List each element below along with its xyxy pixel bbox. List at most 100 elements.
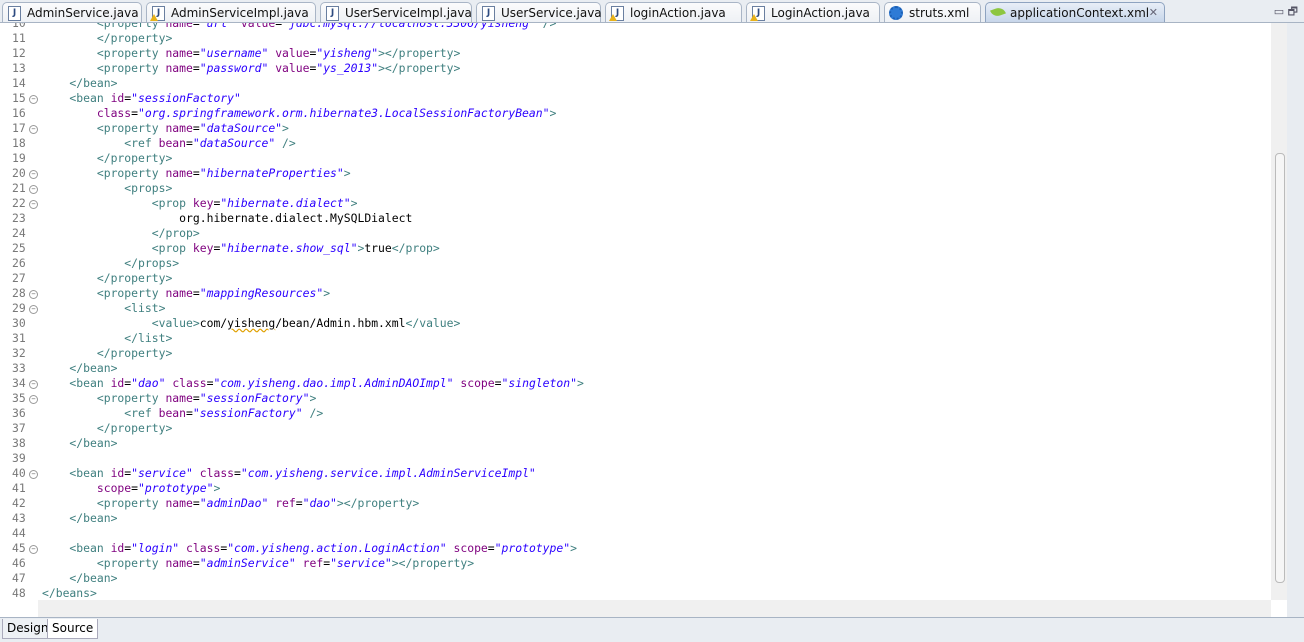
- xml-attribute: id: [110, 541, 125, 555]
- xml-value: "dao": [131, 376, 166, 390]
- fold-toggle-icon[interactable]: −: [29, 200, 38, 209]
- xml-tag: </bean>: [42, 436, 118, 450]
- warning-icon: [150, 14, 158, 21]
- minimize-button[interactable]: ▭: [1274, 5, 1284, 18]
- xml-attribute: name: [165, 121, 193, 135]
- xml-text: com/: [199, 316, 228, 330]
- xml-text: /bean/Admin.hbm.xml: [275, 316, 406, 330]
- line-number: 36: [12, 406, 26, 420]
- line-number: 28: [12, 286, 26, 300]
- fold-toggle-icon[interactable]: −: [29, 170, 38, 179]
- xml-text: =: [186, 406, 193, 420]
- fold-toggle-icon[interactable]: −: [29, 395, 38, 404]
- tab-loginaction-java[interactable]: JloginAction.java: [605, 2, 742, 22]
- xml-tag: ></property>: [378, 61, 461, 75]
- xml-text: [234, 23, 241, 30]
- xml-attribute: value: [275, 61, 310, 75]
- xml-tag: >: [343, 166, 351, 180]
- xml-text: =: [131, 481, 139, 495]
- tab-label: UserServiceImpl.java: [345, 6, 472, 20]
- tab-adminservice-java[interactable]: J AdminService.java: [2, 2, 142, 22]
- fold-toggle-icon[interactable]: −: [29, 125, 38, 134]
- xml-tag: <property: [42, 556, 166, 570]
- xml-tag: >: [213, 481, 221, 495]
- code-text: <value>com/yisheng/bean/Admin.hbm.xml</v…: [42, 316, 461, 331]
- code-line: 43 </bean>: [0, 511, 1280, 526]
- xml-tag: <props>: [42, 181, 173, 195]
- code-text: <property name="mappingResources">: [42, 286, 330, 301]
- code-line: 45− <bean id="login" class="com.yisheng.…: [0, 541, 1280, 556]
- xml-tag: </property>: [42, 31, 173, 45]
- xml-attribute: class: [172, 376, 207, 390]
- code-text: <property name="hibernateProperties">: [42, 166, 351, 181]
- xml-tag: </bean>: [42, 571, 118, 585]
- xml-tag: >: [576, 376, 584, 390]
- code-text: </property>: [42, 271, 172, 286]
- xml-attribute: name: [165, 61, 193, 75]
- code-text: <property name="dataSource">: [42, 121, 289, 136]
- xml-text: =: [192, 556, 200, 570]
- tab-userservice-java[interactable]: J UserService.java: [476, 2, 602, 22]
- line-number: 34: [12, 376, 26, 390]
- xml-text: =: [234, 466, 241, 480]
- code-text: <ref bean="dataSource" />: [42, 136, 296, 151]
- code-text: </property>: [42, 346, 172, 361]
- xml-value: "dataSource": [199, 121, 283, 135]
- xml-value: "prototype": [138, 481, 214, 495]
- restore-button[interactable]: 🗗: [1288, 5, 1298, 18]
- code-line: 36 <ref bean="sessionFactory" />: [0, 406, 1280, 421]
- fold-toggle-icon[interactable]: −: [29, 290, 38, 299]
- code-line: 37 </property>: [0, 421, 1280, 436]
- line-number: 26: [12, 256, 26, 270]
- line-number: 20: [12, 166, 26, 180]
- fold-toggle-icon[interactable]: −: [29, 95, 38, 104]
- xml-text: org.hibernate.dialect.MySQLDialect: [42, 211, 413, 225]
- fold-toggle-icon[interactable]: −: [29, 545, 38, 554]
- tab-loginaction-java[interactable]: J LoginAction.java: [746, 2, 880, 22]
- spelling-warning-text: yisheng: [227, 316, 276, 330]
- xml-source-editor[interactable]: 10 <property name="url" value="jdbc:mysq…: [0, 23, 1287, 617]
- line-number: 21: [12, 181, 26, 195]
- fold-toggle-icon[interactable]: −: [29, 380, 38, 389]
- code-line: 26 </props>: [0, 256, 1280, 271]
- java-file-icon: J: [482, 6, 495, 21]
- xml-tag: </beans>: [42, 586, 97, 600]
- tab-userserviceimpl-java[interactable]: J UserServiceImpl.java: [320, 2, 472, 22]
- line-number: 27: [12, 271, 26, 285]
- line-number: 30: [12, 316, 26, 330]
- tab-source[interactable]: Source: [47, 619, 99, 639]
- code-text: </bean>: [42, 571, 117, 586]
- fold-toggle-icon[interactable]: −: [29, 185, 38, 194]
- fold-toggle-icon[interactable]: −: [29, 470, 38, 479]
- code-text: </property>: [42, 31, 172, 46]
- tab-adminserviceimpl-java[interactable]: J AdminServiceImpl.java: [146, 2, 316, 22]
- code-text: scope="prototype">: [42, 481, 220, 496]
- xml-tag: <property: [42, 23, 166, 30]
- code-line: 39: [0, 451, 1280, 466]
- tab-struts-xml[interactable]: struts.xml: [884, 2, 981, 22]
- code-line: 23 org.hibernate.dialect.MySQLDialect: [0, 211, 1280, 226]
- tab-label: struts.xml: [909, 6, 970, 20]
- java-file-icon: J: [326, 6, 339, 21]
- xml-text: =: [186, 136, 193, 150]
- xml-text: =: [192, 61, 200, 75]
- scrollbar-thumb[interactable]: [1275, 153, 1285, 583]
- xml-text: =: [192, 391, 200, 405]
- xml-value: "sessionFactory": [192, 406, 303, 420]
- tab-applicationcontext-xml[interactable]: applicationContext.xml ✕: [985, 2, 1165, 22]
- code-line: 33 </bean>: [0, 361, 1280, 376]
- xml-tag: />: [275, 136, 296, 150]
- code-text: <list>: [42, 301, 165, 316]
- xml-tag: <bean: [42, 91, 111, 105]
- line-number: 22: [12, 196, 26, 210]
- vertical-scrollbar[interactable]: [1271, 23, 1287, 600]
- editor-mode-tabs: Design Source: [0, 617, 1304, 642]
- horizontal-scrollbar[interactable]: [38, 600, 1271, 617]
- xml-tag: >: [350, 196, 358, 210]
- tab-design[interactable]: Design: [2, 619, 54, 639]
- close-tab-icon[interactable]: ✕: [1149, 3, 1158, 23]
- fold-toggle-icon[interactable]: −: [29, 305, 38, 314]
- xml-text: [296, 556, 303, 570]
- xml-tag: ></property>: [391, 556, 475, 570]
- line-number: 39: [12, 451, 26, 465]
